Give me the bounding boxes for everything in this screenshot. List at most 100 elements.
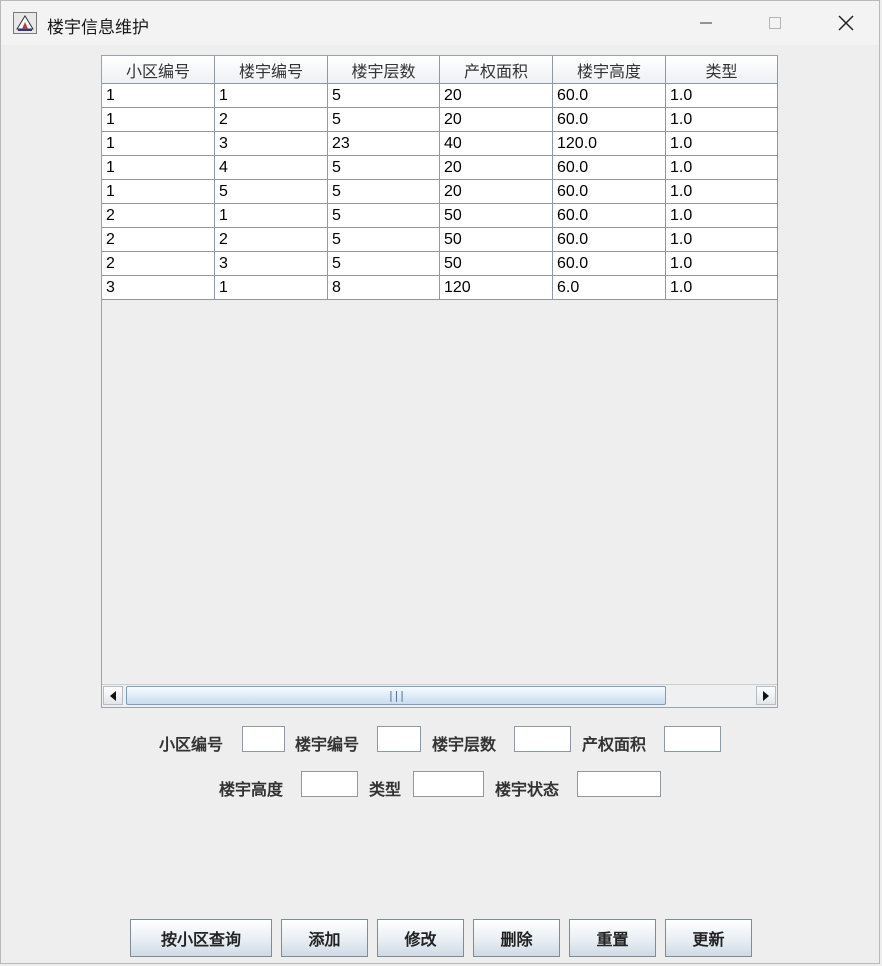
building-id-cell[interactable]: 5 <box>215 180 328 204</box>
type-cell[interactable]: 1.0 <box>666 252 778 276</box>
maximize-icon <box>769 17 781 29</box>
community-id-cell[interactable]: 1 <box>102 156 215 180</box>
type-cell[interactable]: 1.0 <box>666 276 778 300</box>
table-row[interactable]: 2 1 5 50 60.0 1.0 <box>102 204 778 228</box>
community-id-cell[interactable]: 2 <box>102 228 215 252</box>
column-header-type[interactable]: 类型 <box>666 56 778 84</box>
reset-button[interactable]: 重置 <box>569 919 656 957</box>
table-row[interactable]: 1 2 5 20 60.0 1.0 <box>102 108 778 132</box>
update-button[interactable]: 更新 <box>665 919 752 957</box>
column-header-building-id[interactable]: 楼宇编号 <box>215 56 328 84</box>
building-id-cell[interactable]: 3 <box>215 132 328 156</box>
community-id-cell[interactable]: 2 <box>102 204 215 228</box>
minimize-button[interactable] <box>677 1 735 45</box>
area-cell[interactable]: 50 <box>440 252 553 276</box>
column-header-height[interactable]: 楼宇高度 <box>553 56 666 84</box>
area-cell[interactable]: 20 <box>440 156 553 180</box>
community-id-cell[interactable]: 1 <box>102 132 215 156</box>
community-id-cell[interactable]: 1 <box>102 180 215 204</box>
table-row[interactable]: 2 2 5 50 60.0 1.0 <box>102 228 778 252</box>
horizontal-scrollbar[interactable]: ||| <box>102 684 777 707</box>
building-id-cell[interactable]: 2 <box>215 108 328 132</box>
area-cell[interactable]: 40 <box>440 132 553 156</box>
building-id-field[interactable] <box>377 726 421 752</box>
floors-field[interactable] <box>514 726 571 752</box>
column-header-area[interactable]: 产权面积 <box>440 56 553 84</box>
close-button[interactable] <box>817 1 875 45</box>
scroll-left-button[interactable] <box>103 686 123 705</box>
query-by-community-button[interactable]: 按小区查询 <box>130 919 272 957</box>
arrow-right-icon <box>763 690 769 701</box>
building-id-cell[interactable]: 1 <box>215 276 328 300</box>
table-body: 1 1 5 20 60.0 1.0 1 2 5 20 60.0 1.0 1 3 23 40 120.0 1.0 1 4… <box>102 84 778 300</box>
column-header-community-id[interactable]: 小区编号 <box>102 56 215 84</box>
community-id-cell[interactable]: 2 <box>102 252 215 276</box>
add-button[interactable]: 添加 <box>281 919 368 957</box>
java-app-icon <box>13 12 37 34</box>
type-cell[interactable]: 1.0 <box>666 228 778 252</box>
column-header-floors[interactable]: 楼宇层数 <box>328 56 440 84</box>
building-id-cell[interactable]: 1 <box>215 84 328 108</box>
table-row[interactable]: 1 3 23 40 120.0 1.0 <box>102 132 778 156</box>
community-id-cell[interactable]: 1 <box>102 84 215 108</box>
height-cell[interactable]: 60.0 <box>553 180 666 204</box>
floors-cell[interactable]: 5 <box>328 204 440 228</box>
community-id-field[interactable] <box>242 726 285 752</box>
building-table[interactable]: 小区编号 楼宇编号 楼宇层数 产权面积 楼宇高度 类型 1 1 5 20 60.0 1.0… <box>101 55 778 708</box>
area-cell[interactable]: 20 <box>440 180 553 204</box>
area-cell[interactable]: 20 <box>440 108 553 132</box>
table-row[interactable]: 2 3 5 50 60.0 1.0 <box>102 252 778 276</box>
table-row[interactable]: 3 1 8 120 6.0 1.0 <box>102 276 778 300</box>
floors-cell[interactable]: 5 <box>328 228 440 252</box>
table-row[interactable]: 1 4 5 20 60.0 1.0 <box>102 156 778 180</box>
type-cell[interactable]: 1.0 <box>666 132 778 156</box>
area-cell[interactable]: 50 <box>440 228 553 252</box>
height-cell[interactable]: 60.0 <box>553 108 666 132</box>
scrollbar-grip: ||| <box>387 689 406 702</box>
height-cell[interactable]: 60.0 <box>553 84 666 108</box>
height-label: 楼宇高度 <box>219 780 284 799</box>
type-cell[interactable]: 1.0 <box>666 108 778 132</box>
height-field[interactable] <box>301 771 358 797</box>
floors-cell[interactable]: 5 <box>328 156 440 180</box>
height-cell[interactable]: 6.0 <box>553 276 666 300</box>
type-cell[interactable]: 1.0 <box>666 204 778 228</box>
area-cell[interactable]: 20 <box>440 84 553 108</box>
floors-cell[interactable]: 8 <box>328 276 440 300</box>
building-id-cell[interactable]: 4 <box>215 156 328 180</box>
modify-button[interactable]: 修改 <box>377 919 464 957</box>
height-cell[interactable]: 60.0 <box>553 204 666 228</box>
floors-cell[interactable]: 5 <box>328 252 440 276</box>
table-row[interactable]: 1 5 5 20 60.0 1.0 <box>102 180 778 204</box>
type-cell[interactable]: 1.0 <box>666 156 778 180</box>
maximize-button[interactable] <box>746 1 804 45</box>
scroll-right-button[interactable] <box>756 686 776 705</box>
status-label: 楼宇状态 <box>495 780 560 799</box>
height-cell[interactable]: 60.0 <box>553 156 666 180</box>
type-label: 类型 <box>369 780 402 799</box>
title-bar[interactable]: 楼宇信息维护 <box>1 1 879 45</box>
area-field[interactable] <box>664 726 721 752</box>
table-row[interactable]: 1 1 5 20 60.0 1.0 <box>102 84 778 108</box>
floors-cell[interactable]: 5 <box>328 180 440 204</box>
height-cell[interactable]: 60.0 <box>553 252 666 276</box>
scrollbar-thumb[interactable]: ||| <box>126 686 666 705</box>
building-id-cell[interactable]: 3 <box>215 252 328 276</box>
community-id-cell[interactable]: 1 <box>102 108 215 132</box>
floors-cell[interactable]: 5 <box>328 108 440 132</box>
type-cell[interactable]: 1.0 <box>666 180 778 204</box>
type-field[interactable] <box>413 771 484 797</box>
floors-cell[interactable]: 5 <box>328 84 440 108</box>
community-id-cell[interactable]: 3 <box>102 276 215 300</box>
type-cell[interactable]: 1.0 <box>666 84 778 108</box>
building-id-cell[interactable]: 2 <box>215 228 328 252</box>
height-cell[interactable]: 120.0 <box>553 132 666 156</box>
floors-cell[interactable]: 23 <box>328 132 440 156</box>
area-cell[interactable]: 50 <box>440 204 553 228</box>
delete-button[interactable]: 删除 <box>473 919 560 957</box>
status-field[interactable] <box>577 771 661 797</box>
height-cell[interactable]: 60.0 <box>553 228 666 252</box>
building-id-cell[interactable]: 1 <box>215 204 328 228</box>
area-label: 产权面积 <box>582 735 647 754</box>
area-cell[interactable]: 120 <box>440 276 553 300</box>
